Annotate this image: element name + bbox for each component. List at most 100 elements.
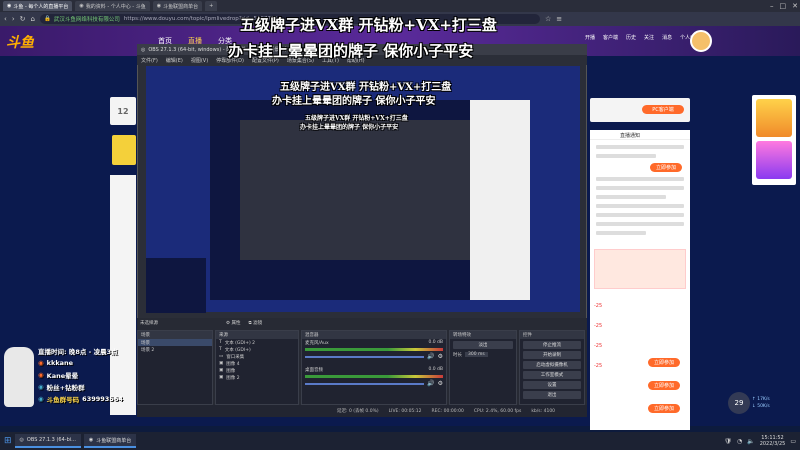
preview-overlay-line1: 五级牌子进VX群 开钻粉+VX+打三盘 — [280, 82, 452, 93]
douyu-icon: ◉ — [79, 3, 84, 9]
controls-dock: 控件 停止推流 开始录制 启动虚拟摄像机 工作室模式 设置 退出 — [519, 330, 585, 405]
start-recording-button[interactable]: 开始录制 — [523, 351, 581, 359]
source-item[interactable]: ▣ 图像 4 — [216, 360, 298, 367]
network-speed: ↑ 17K/s ↓ 50K/s — [752, 397, 770, 409]
join-button-2[interactable]: 立即参加 — [648, 381, 680, 390]
promo-box — [594, 249, 686, 289]
notification-icon[interactable]: ▭ — [790, 438, 796, 445]
home-icon[interactable]: ⌂ — [31, 15, 35, 23]
obs-status-bar: 延迟: 0 (丢帧 0.0%) LIVE: 00:05:12 REC: 00:0… — [137, 405, 587, 417]
viewer-count-badge: 29 — [728, 392, 750, 414]
virtual-camera-button[interactable]: 启动虚拟摄像机 — [523, 361, 581, 369]
streamer-handle: ◉ Kane晕晕 — [38, 371, 79, 380]
nested-overlay-line1: 五级牌子进VX群 开钻粉+VX+打三盘 — [305, 115, 408, 122]
volume-slider-row: 🔊 ⚙ — [302, 353, 446, 360]
nav-history[interactable]: 历史 — [626, 34, 636, 41]
menu-view[interactable]: 视图(V) — [191, 57, 208, 64]
obs-icon: ◎ — [19, 437, 24, 443]
exit-button[interactable]: 退出 — [523, 391, 581, 399]
pc-client-box: PC客户端 — [590, 98, 690, 122]
source-item[interactable]: T 文本 (GDI+) — [216, 346, 298, 353]
speaker-icon[interactable]: 🔊 — [427, 380, 434, 387]
nav-follow[interactable]: 关注 — [644, 34, 654, 41]
volume-icon[interactable]: 🔈 — [747, 438, 754, 445]
menu-icon[interactable]: ≡ — [556, 15, 562, 23]
browser-tab-bar: ◉ 斗鱼 - 每个人的直播平台 ◉ 我的资料 - 个人中心 - 斗鱼 ◉ 斗鱼联盟商单… — [0, 0, 800, 12]
psyduck-thumbnail[interactable] — [112, 135, 136, 165]
browser-tab-alliance[interactable]: ◉ 斗鱼联盟商单台 — [152, 1, 203, 11]
volume-slider[interactable] — [305, 355, 425, 358]
join-button-3[interactable]: 立即参加 — [648, 404, 680, 413]
browser-tab-douyu[interactable]: ◉ 斗鱼 - 每个人的直播平台 — [3, 1, 73, 11]
stream-time: 直播时间: 晚8点 - 凌晨3点 — [38, 348, 118, 356]
join-button-1[interactable]: 立即参加 — [648, 358, 680, 367]
source-item[interactable]: T 文本 (GDI+) 2 — [216, 339, 298, 346]
properties-button[interactable]: ⚙ 属性 — [226, 320, 240, 326]
taskbar-browser[interactable]: ◉ 斗鱼联盟商单台 — [83, 434, 137, 448]
volume-meter — [305, 375, 443, 378]
shield-icon[interactable]: 🛡 — [724, 438, 732, 445]
star-icon[interactable]: ☆ — [545, 15, 551, 23]
forward-icon[interactable]: › — [12, 15, 15, 23]
nav-start-live[interactable]: 开播 — [585, 34, 595, 41]
join-buttons: 立即参加 立即参加 立即参加 — [648, 358, 680, 413]
avatar[interactable] — [690, 30, 712, 52]
douyu-icon: ◉ — [88, 437, 94, 443]
scene-item[interactable]: 场景 — [138, 339, 212, 346]
speaker-icon[interactable]: 🔊 — [427, 353, 434, 360]
nav-client[interactable]: 客户端 — [603, 34, 618, 41]
douyu-icon: ◉ — [7, 3, 12, 9]
text-source-icon: T — [219, 340, 222, 345]
gift-banner-2[interactable] — [756, 141, 792, 179]
gear-icon[interactable]: ⚙ — [438, 380, 443, 387]
browser-tab-profile[interactable]: ◉ 我的资料 - 个人中心 - 斗鱼 — [75, 1, 150, 11]
nested-preview-inner — [240, 120, 470, 260]
preview-streamer-card — [146, 258, 206, 313]
douyu-icon: ◉ — [156, 3, 162, 9]
menu-edit[interactable]: 编辑(E) — [166, 57, 183, 64]
douyu-icon: ◉ — [38, 359, 44, 367]
menu-file[interactable]: 文件(F) — [141, 57, 158, 64]
gift-column — [752, 95, 796, 185]
back-icon[interactable]: ‹ — [4, 15, 7, 23]
refresh-icon[interactable]: ↻ — [20, 15, 26, 23]
gear-icon[interactable]: ⚙ — [438, 353, 443, 360]
overlay-text-line2: 办卡挂上晕晕团的牌子 保你小子平安 — [228, 42, 474, 60]
minimize-icon[interactable]: – — [770, 2, 774, 10]
window-controls: – □ ✕ — [770, 0, 798, 12]
nav-messages[interactable]: 消息 — [662, 34, 672, 41]
close-icon[interactable]: ✕ — [792, 2, 798, 10]
streamer-info-card: 直播时间: 晚8点 - 凌晨3点 ◉ kkkane ◉ Kane晕晕 ◉ 粉丝+钻粉群… — [0, 345, 140, 413]
studio-mode-button[interactable]: 工作室模式 — [523, 371, 581, 379]
taskbar-clock[interactable]: 15:11:52 2022/3/25 — [760, 435, 786, 447]
duration-row: 时长 300 ms — [450, 351, 516, 358]
weibo-icon: ◉ — [38, 371, 44, 379]
source-item[interactable]: ▣ 图像 2 — [216, 374, 298, 381]
site-right-nav: 开播 客户端 历史 关注 消息 个人中心 — [585, 34, 700, 41]
scene-item[interactable]: 场景 2 — [138, 346, 212, 353]
nested-overlay-line2: 办卡挂上晕晕团的牌子 保你小子平安 — [300, 124, 399, 131]
preview-overlay-line2: 办卡挂上晕晕团的牌子 保你小子平安 — [272, 96, 436, 107]
volume-slider[interactable] — [305, 382, 425, 385]
stop-streaming-button[interactable]: 停止推流 — [523, 341, 581, 349]
qq-icon: ◉ — [38, 395, 44, 403]
transition-select[interactable]: 淡出 — [453, 341, 513, 349]
follow-button[interactable]: 立即参加 — [650, 163, 682, 172]
duration-input[interactable]: 300 ms — [465, 352, 488, 357]
source-item[interactable]: ▭ 窗口采集 — [216, 353, 298, 360]
scenes-dock: 场景 场景 场景 2 — [137, 330, 213, 405]
maximize-icon[interactable]: □ — [780, 2, 787, 10]
settings-button[interactable]: 设置 — [523, 381, 581, 389]
wifi-icon[interactable]: ◔ — [737, 438, 742, 445]
windows-start-icon[interactable]: ⊞ — [4, 436, 12, 446]
text-source-icon: T — [219, 347, 222, 352]
pc-client-button[interactable]: PC客户端 — [642, 105, 684, 114]
gift-banner[interactable] — [756, 99, 792, 137]
source-item[interactable]: ▣ 图像 — [216, 367, 298, 374]
new-tab-button[interactable]: + — [205, 1, 218, 11]
site-logo[interactable]: 斗鱼 — [6, 32, 34, 52]
group-number: ◉ 斗鱼群号码 639993564 — [38, 395, 123, 404]
taskbar-obs[interactable]: ◎ OBS 27.1.3 (64-bi... — [14, 434, 81, 448]
filters-button[interactable]: ⧉ 滤镜 — [248, 320, 262, 326]
mixer-channel-mic: 麦克风/Aux 0.0 dB — [305, 340, 443, 346]
